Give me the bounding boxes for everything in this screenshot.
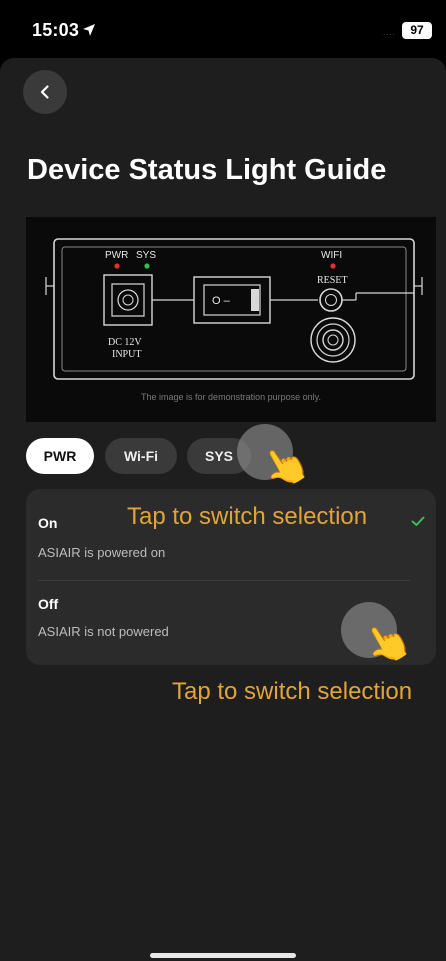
sys-led: [144, 263, 150, 269]
state-description: ASIAIR is not powered: [38, 624, 169, 639]
location-arrow-icon: [83, 24, 95, 36]
demo-note: The image is for demonstration purpose o…: [141, 392, 321, 402]
wifi-label: WIFI: [321, 250, 342, 261]
dc-label-2: INPUT: [112, 349, 141, 360]
battery-indicator: 97: [402, 22, 432, 39]
switch-label: O –: [212, 295, 231, 307]
back-button[interactable]: [23, 70, 67, 114]
chevron-left-icon: [40, 85, 49, 99]
pwr-label: PWR: [105, 250, 128, 261]
dc-label-1: DC 12V: [108, 337, 142, 348]
signal-icon: ....: [383, 28, 396, 37]
dc-input-port: [103, 274, 153, 326]
page-title: Device Status Light Guide: [27, 154, 387, 186]
tap-hint: Tap to switch selection: [127, 503, 368, 530]
home-indicator: [150, 953, 296, 958]
reset-label: RESET: [317, 275, 348, 286]
tab-wifi[interactable]: Wi-Fi: [105, 438, 177, 474]
sys-label: SYS: [136, 250, 156, 261]
status-bar: 15:03 .... 97: [0, 0, 446, 54]
state-name: On: [38, 515, 58, 531]
state-name: Off: [38, 596, 59, 612]
reset-button-illustration: [319, 288, 343, 312]
state-description: ASIAIR is powered on: [38, 545, 166, 560]
status-time: 15:03: [32, 20, 80, 40]
checkmark-icon: [411, 516, 425, 526]
device-diagram: PWR SYS WIFI RESET DC 12V INPUT O – The …: [26, 217, 436, 422]
tab-pwr[interactable]: PWR: [26, 438, 94, 474]
wifi-led: [330, 263, 336, 269]
tap-hint: Tap to switch selection: [172, 678, 413, 705]
antenna-connector: [310, 317, 356, 363]
pwr-led: [114, 263, 120, 269]
divider: [38, 580, 410, 581]
